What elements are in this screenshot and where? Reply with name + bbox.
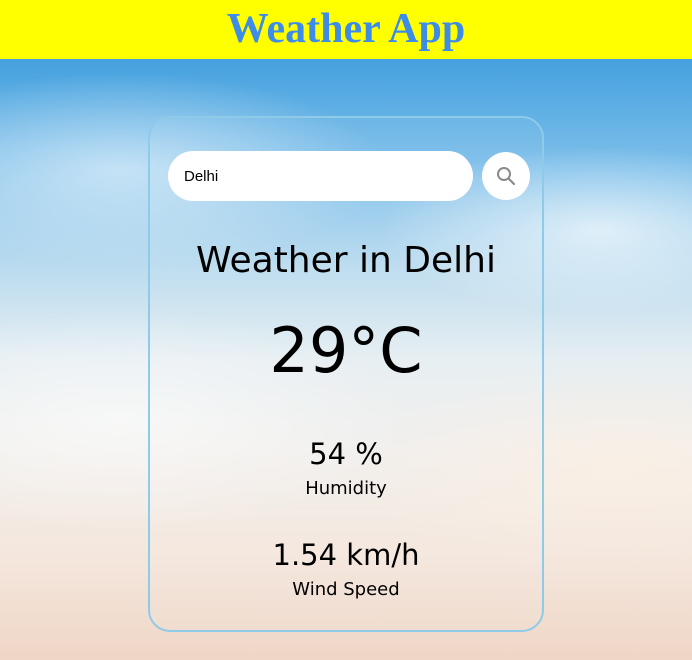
temperature-value: 29°C (269, 314, 423, 387)
search-icon (497, 167, 516, 186)
humidity-value: 54 % (309, 437, 383, 471)
wind-speed-value: 1.54 km/h (272, 538, 420, 572)
app-title: Weather App (226, 6, 466, 52)
search-input[interactable] (168, 151, 473, 201)
wind-speed-label: Wind Speed (292, 579, 400, 600)
search-button[interactable] (482, 152, 530, 200)
humidity-label: Humidity (305, 478, 387, 499)
weather-card: Weather in Delhi 29°C 54 % Humidity 1.54… (148, 116, 544, 632)
app-header: Weather App (0, 0, 692, 59)
weather-page: Weather App Weather in Delhi 29°C 54 % H… (0, 0, 692, 660)
city-heading: Weather in Delhi (196, 240, 496, 281)
